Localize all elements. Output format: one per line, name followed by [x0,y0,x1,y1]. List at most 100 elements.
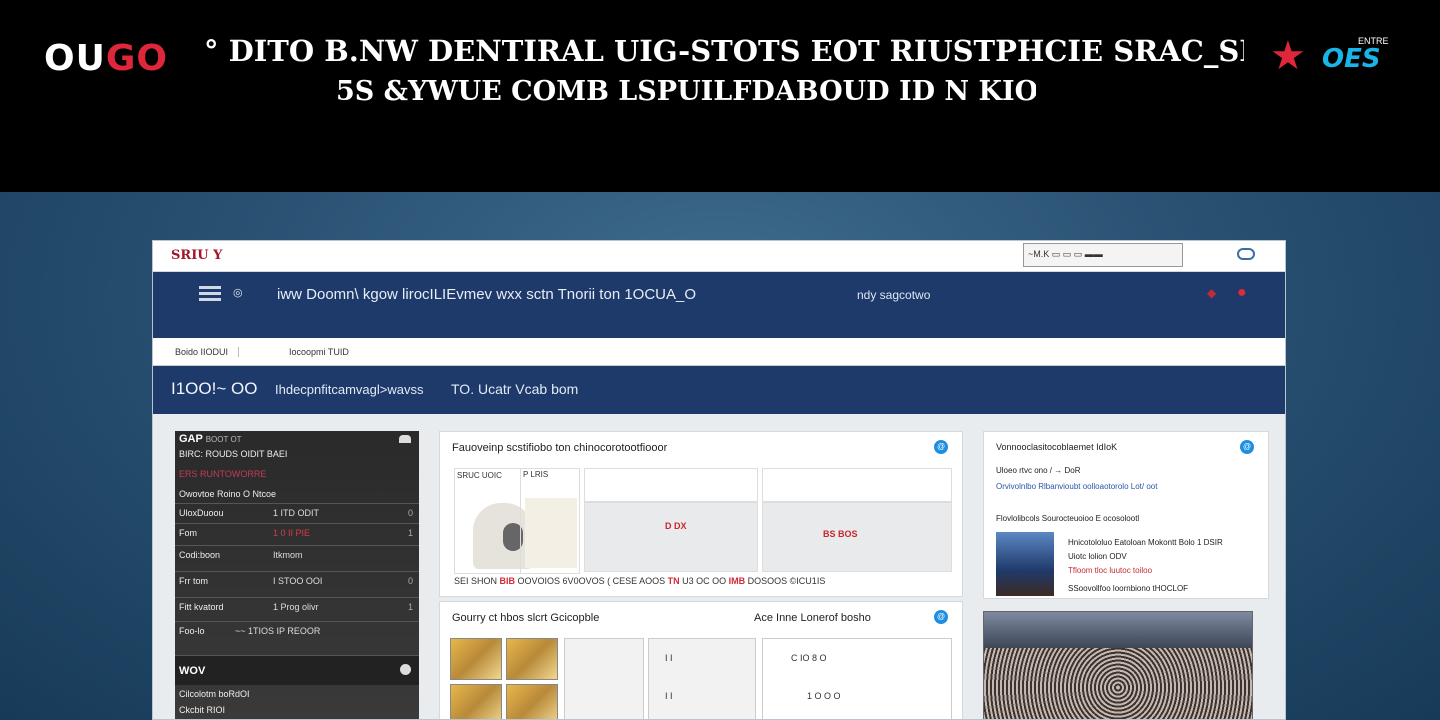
image-gallery [450,638,560,719]
panel-footer: WOV [175,655,419,685]
card-title[interactable]: Gourry ct hbos slcrt Gcicopble [452,612,599,624]
stat-cell[interactable]: BS BOS [762,502,952,572]
stat-value: BS BOS [823,529,858,539]
gallery-thumbnail[interactable] [450,684,502,719]
meta-text: U3 OC OO [682,576,727,586]
row-value: Itkmom [273,550,303,560]
row-value: 1 0 II PIE [273,528,311,538]
panel-header-small: BOOT OT [205,435,242,444]
location-pin-icon[interactable]: ● [1237,284,1247,302]
grid-header [762,468,952,502]
headline-item[interactable]: Flovlolibcols Sourocteuoioo E ocosolootl [996,514,1139,523]
section-link[interactable]: TO. Ucatr Vcab bom [451,381,578,397]
pane-value: I I [665,691,673,701]
list-item[interactable]: Cilcolotm boRdOI [179,689,250,699]
brand-logo-right: ★ ENTRE OES [1270,36,1410,80]
top-banner: OUGO ° DITO B.NW DENTIRAL UIG-STOTS EOT … [0,0,1440,192]
panel-header-title: GAP [179,433,203,445]
breadcrumb-item-1[interactable]: Boido IIODUI [175,347,240,357]
toolbar-strip[interactable]: ~M.K ▭ ▭ ▭ ▬▬ [1023,243,1183,267]
cloud-icon[interactable] [1237,248,1255,260]
gear-icon[interactable] [400,664,411,675]
score-panel: GAP BOOT OT BIRC: ROUDS OIDIT BAEI ERS R… [175,431,419,719]
content-pane[interactable] [564,638,644,719]
row-value: 1 Prog olivr [273,602,319,612]
row-key: Frr tom [179,576,208,586]
meta-badge: TN [667,576,680,586]
gallery-thumbnail[interactable] [506,684,558,719]
breadcrumb: Boido IIODUI Iocoopmi TUID [153,338,1285,366]
headline-item[interactable]: Uloeo rtvc ono / → DoR [996,466,1080,475]
content-pane[interactable]: C IO 8 O 1 O O O [762,638,952,719]
list-item[interactable]: Ckcbit RIOI [179,705,225,715]
news-card: Fauoveinp scstifiobo ton chinocorotootfi… [439,431,963,597]
headline-line-2: 5S &YWUE COMB LSPUILFDABOUD ID N KIOL [336,76,1036,107]
panel-footer-label: WOV [179,665,206,677]
news-photo[interactable] [996,532,1054,596]
logo-accent-text: GO [105,38,168,79]
gallery-thumbnail[interactable] [450,638,502,680]
breadcrumb-item-2[interactable]: Iocoopmi TUID [289,347,349,357]
headline-item[interactable]: Tfloom tloc luutoc toiloo [1068,566,1152,575]
row-value: ~~ 1TIOS IP REOOR [235,626,321,636]
stadium-crowd-photo[interactable] [983,611,1253,719]
table-row[interactable]: Fom 1 0 II PIE 1 [175,523,419,543]
table-row[interactable]: Fitt kvatord 1 Prog olivr 1 [175,597,419,617]
table-row[interactable]: Foo-lo ~~ 1TIOS IP REOOR [175,621,419,641]
meta-text: SEI SHON [454,576,498,586]
pane-value: C IO 8 O [791,653,827,663]
cloud-icon[interactable] [399,435,411,443]
row-count: 1 [407,528,413,538]
row-value: I STOO OOI [273,576,323,586]
channel-logo: OUGO [44,38,168,79]
panel-alert: ERS RUNTOWORRE [179,469,267,479]
website-screenshot: SRIU Y ~M.K ▭ ▭ ▭ ▬▬ ◎ iww Doomn\ kgow l… [152,240,1286,720]
site-topbar: SRIU Y ~M.K ▭ ▭ ▭ ▬▬ [153,241,1285,272]
panel-header: GAP BOOT OT [179,433,242,445]
row-key: Fom [179,528,197,538]
nav-right-link[interactable]: ndy sagcotwo [857,288,930,302]
row-key: UloxDuoou [179,508,224,518]
pin-icon[interactable]: ◆ [1207,286,1216,300]
card-title[interactable]: Fauoveinp scstifiobo ton chinocorotootfi… [452,442,667,454]
info-icon[interactable]: @ [934,610,948,624]
card-title-right[interactable]: Ace Inne Lonerof bosho [754,612,871,624]
table-row[interactable]: Codi:boon Itkmom [175,545,419,565]
thumbnail-label: SRUC UOIC [457,471,502,480]
meta-text: OOVOIOS 6V0OVOS ( CESE AOOS [517,576,666,586]
nav-links[interactable]: iww Doomn\ kgow lirocILIEvmev wxx sctn T… [277,286,696,303]
table-row[interactable]: UloxDuoou 1 ITD ODIT 0 [175,503,419,523]
headline-item[interactable]: Orvivolnlbo Rlbanvioubt oolloaotorolo Lo… [996,482,1157,491]
card-title[interactable]: Vonnooclasitocoblaemet IdIoK [996,442,1117,452]
card-meta: SEI SHON BIB OOVOIOS 6V0OVOS ( CESE AOOS… [454,576,954,586]
row-key: Codi:boon [179,550,221,560]
logo-text: OU [44,38,106,79]
headline-item[interactable]: Hnicotololuo Eatoloan Mokontt Bolo 1 DSI… [1068,538,1223,547]
headline-item[interactable]: Uiotc lolion ODV [1068,552,1127,561]
nav-circle-icon[interactable]: ◎ [233,286,243,299]
stat-value: D DX [665,521,687,531]
meta-badge: BIB [499,576,516,586]
info-icon[interactable]: @ [1240,440,1254,454]
menu-icon[interactable] [199,286,221,304]
meta-text: DOSOOS ©ICU1IS [747,576,826,586]
site-logo[interactable]: SRIU Y [171,248,222,263]
headline-item[interactable]: SSoovollfoo loornbiono tHOCLOF [1068,584,1188,593]
stat-cell[interactable]: D DX [584,502,758,572]
section-title: I1OO!~ OO [171,379,258,398]
gallery-thumbnail[interactable] [506,638,558,680]
thumbnail-label: P LRIS [523,470,549,479]
table-row[interactable]: Frr tom I STOO OOI 0 [175,571,419,591]
section-subtitle[interactable]: Ihdecpnfitcamvagl>wavss [275,382,424,397]
panel-section-heading: Owovtoe Roino O Ntcoe [179,489,277,499]
star-icon: ★ [1270,34,1306,78]
row-count: 1 [407,602,413,612]
row-key: Fitt kvatord [179,602,224,612]
main-navbar: ◎ iww Doomn\ kgow lirocILIEvmev wxx sctn… [153,272,1285,338]
row-count: 0 [407,508,413,518]
row-value: 1 ITD ODIT [273,508,320,518]
info-icon[interactable]: @ [934,440,948,454]
content-pane[interactable]: I I I I [648,638,756,719]
video-thumbnail-2[interactable]: P LRIS [520,468,582,574]
panel-subtitle: BIRC: ROUDS OIDIT BAEI [179,449,288,459]
